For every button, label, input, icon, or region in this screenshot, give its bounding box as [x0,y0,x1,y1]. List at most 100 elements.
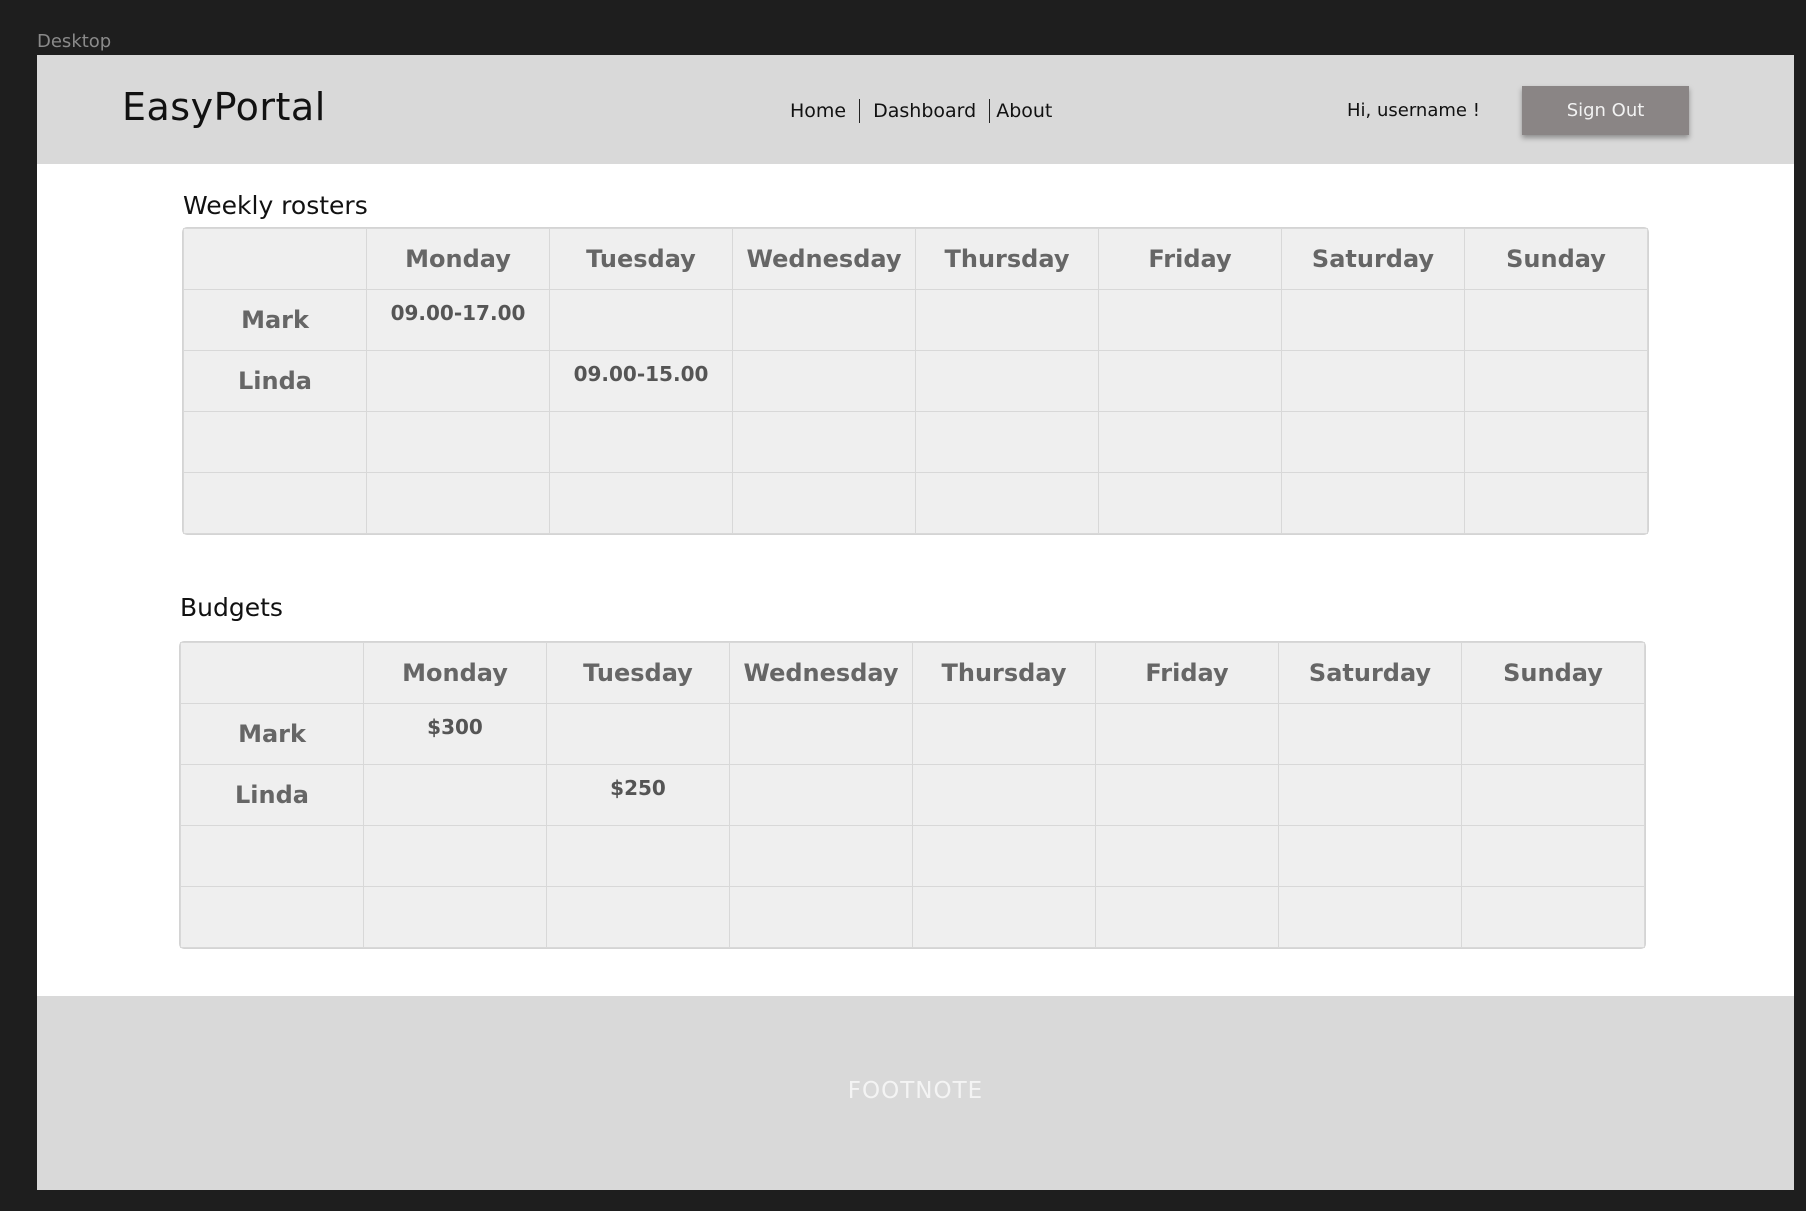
table-cell[interactable] [1281,411,1465,473]
nav-divider [859,99,861,123]
row-name-cell[interactable] [183,472,367,534]
table-cell[interactable] [1281,289,1465,351]
table-cell[interactable] [729,825,913,887]
table-cell[interactable] [1098,472,1282,534]
table-cell[interactable] [1464,472,1648,534]
table-row [183,411,1648,473]
table-cell[interactable] [1095,825,1279,887]
table-cell[interactable] [1278,703,1462,765]
row-name-cell[interactable]: Mark [183,289,367,351]
table-cell[interactable] [1095,764,1279,826]
table-cell[interactable] [729,703,913,765]
table-cell[interactable] [546,703,730,765]
table-cell[interactable] [732,289,916,351]
day-header-tuesday: Tuesday [546,642,730,704]
table-cell[interactable] [366,472,550,534]
day-header-saturday: Saturday [1278,642,1462,704]
table-cell[interactable] [549,411,733,473]
nav-home-link[interactable]: Home [790,100,846,122]
table-cell[interactable] [915,350,1099,412]
day-header-thursday: Thursday [915,228,1099,290]
table-cell[interactable] [732,411,916,473]
budgets-table: Monday Tuesday Wednesday Thursday Friday Satu… [180,642,1645,948]
table-cell[interactable] [546,886,730,948]
table-cell[interactable] [732,350,916,412]
table-cell[interactable] [1464,411,1648,473]
table-cell[interactable] [1098,411,1282,473]
day-header-monday: Monday [366,228,550,290]
table-cell[interactable] [363,886,547,948]
table-cell[interactable] [1278,764,1462,826]
row-name-cell[interactable] [180,825,364,887]
table-row: Linda 09.00-15.00 [183,350,1648,412]
table-cell[interactable]: 09.00-17.00 [366,289,550,351]
table-cell[interactable] [912,886,1096,948]
table-cell[interactable] [915,472,1099,534]
day-header-sunday: Sunday [1461,642,1645,704]
table-cell[interactable] [912,764,1096,826]
day-header-wednesday: Wednesday [729,642,913,704]
nav-dashboard-link[interactable]: Dashboard [873,100,976,122]
table-cell[interactable] [1278,825,1462,887]
table-cell[interactable] [363,825,547,887]
table-cell[interactable] [1461,703,1645,765]
table-cell[interactable] [366,350,550,412]
table-cell[interactable] [1461,886,1645,948]
table-cell[interactable] [1095,703,1279,765]
table-cell[interactable] [366,411,550,473]
table-row: Mark 09.00-17.00 [183,289,1648,351]
table-cell[interactable] [363,764,547,826]
table-row [180,886,1645,948]
table-cell[interactable] [549,472,733,534]
app-logo[interactable]: EasyPortal [122,85,326,129]
table-row: Linda $250 [180,764,1645,826]
table-cell[interactable] [1464,289,1648,351]
day-header-saturday: Saturday [1281,228,1465,290]
table-header-row: Monday Tuesday Wednesday Thursday Friday Satu… [183,228,1648,290]
canvas-frame-label: Desktop [37,31,112,52]
user-greeting: Hi, username ! [1347,100,1480,121]
table-corner-cell [183,228,367,290]
table-cell[interactable]: 09.00-15.00 [549,350,733,412]
table-cell[interactable] [915,289,1099,351]
table-cell[interactable] [1461,825,1645,887]
footnote-text: FOOTNOTE [847,1078,984,1104]
main-nav: Home Dashboard About [790,99,1052,123]
footer-bar: FOOTNOTE [37,996,1794,1190]
day-header-wednesday: Wednesday [732,228,916,290]
rosters-table: Monday Tuesday Wednesday Thursday Friday Satu… [183,228,1648,534]
row-name-cell[interactable]: Linda [180,764,364,826]
table-cell[interactable] [732,472,916,534]
nav-divider [989,99,991,123]
table-cell[interactable] [1095,886,1279,948]
table-corner-cell [180,642,364,704]
day-header-monday: Monday [363,642,547,704]
header-bar: EasyPortal Home Dashboard About Hi, user… [37,55,1794,164]
row-name-cell[interactable]: Mark [180,703,364,765]
table-cell[interactable]: $300 [363,703,547,765]
table-row: Mark $300 [180,703,1645,765]
row-name-cell[interactable]: Linda [183,350,367,412]
table-row [180,825,1645,887]
table-cell[interactable] [1464,350,1648,412]
table-row [183,472,1648,534]
table-cell[interactable] [912,825,1096,887]
table-cell[interactable] [1281,472,1465,534]
table-cell[interactable] [1278,886,1462,948]
table-cell[interactable] [1098,289,1282,351]
sign-out-button[interactable]: Sign Out [1522,86,1689,135]
table-cell[interactable]: $250 [546,764,730,826]
table-cell[interactable] [729,886,913,948]
nav-about-link[interactable]: About [996,100,1052,122]
table-cell[interactable] [549,289,733,351]
row-name-cell[interactable] [183,411,367,473]
day-header-sunday: Sunday [1464,228,1648,290]
table-cell[interactable] [1098,350,1282,412]
table-cell[interactable] [729,764,913,826]
table-cell[interactable] [546,825,730,887]
table-cell[interactable] [1281,350,1465,412]
table-cell[interactable] [915,411,1099,473]
row-name-cell[interactable] [180,886,364,948]
table-cell[interactable] [1461,764,1645,826]
table-cell[interactable] [912,703,1096,765]
